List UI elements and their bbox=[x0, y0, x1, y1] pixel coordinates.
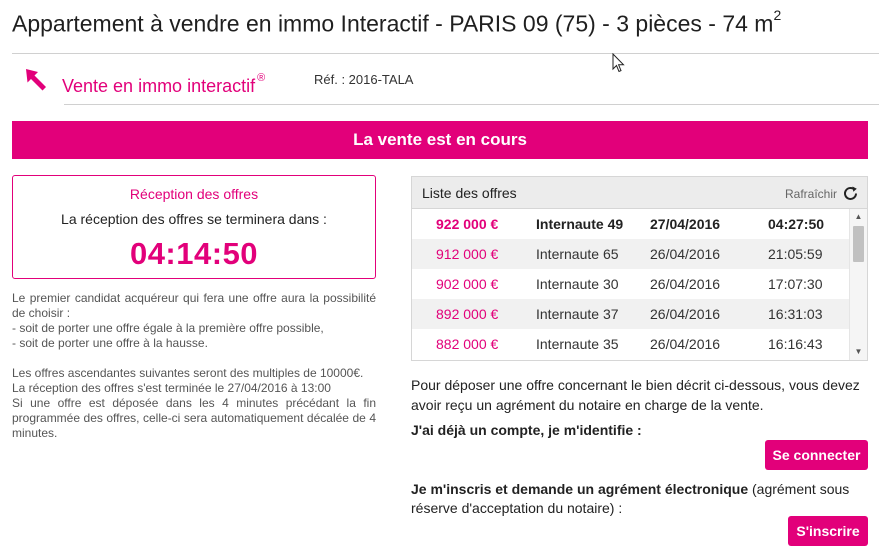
offer-user: Internaute 35 bbox=[536, 336, 619, 352]
offer-time: 17:07:30 bbox=[768, 276, 823, 292]
sale-rules: Le premier candidat acquéreur qui fera u… bbox=[12, 291, 376, 441]
brand-name-text: Vente en immo interactif bbox=[62, 76, 256, 96]
offer-date: 26/04/2016 bbox=[650, 276, 721, 292]
scroll-down-arrow-icon[interactable]: ▼ bbox=[850, 346, 867, 358]
existing-account-label: J'ai déjà un compte, je m'identifie : bbox=[411, 422, 642, 438]
page-title-text: Appartement à vendre en immo Interactif … bbox=[12, 10, 774, 37]
offer-user: Internaute 49 bbox=[536, 216, 624, 232]
register-instructions-bold: Je m'inscris et demande un agrément élec… bbox=[411, 481, 749, 497]
rule-line: Le premier candidat acquéreur qui fera u… bbox=[12, 291, 376, 320]
brand[interactable]: Vente en immo interactif ® bbox=[24, 66, 265, 100]
rule-line: - soit de porter une offre à la hausse. bbox=[12, 336, 208, 350]
offers-list-scrollbar[interactable]: ▲ ▼ bbox=[849, 209, 867, 360]
reference-number: Réf. : 2016-TALA bbox=[314, 72, 414, 87]
offer-price: 922 000 € bbox=[436, 216, 499, 232]
offer-user: Internaute 37 bbox=[536, 306, 619, 322]
offer-price: 912 000 € bbox=[436, 246, 499, 262]
offer-price: 892 000 € bbox=[436, 306, 499, 322]
offer-row: 892 000 € Internaute 37 26/04/2016 16:31… bbox=[412, 299, 850, 329]
rule-line: Si une offre est déposée dans les 4 minu… bbox=[12, 396, 376, 440]
brand-name: Vente en immo interactif ® bbox=[62, 72, 265, 97]
offers-list-body: 922 000 € Internaute 49 27/04/2016 04:27… bbox=[412, 209, 850, 360]
refresh-label: Rafraîchir bbox=[784, 186, 837, 201]
offers-reception-box: Réception des offres La réception des of… bbox=[12, 175, 376, 279]
sale-status-banner: La vente est en cours bbox=[12, 121, 868, 159]
brand-divider bbox=[64, 104, 879, 105]
offer-row: 882 000 € Internaute 35 26/04/2016 16:16… bbox=[412, 329, 850, 359]
registered-mark: ® bbox=[257, 72, 266, 84]
rule-line: - soit de porter une offre égale à la pr… bbox=[12, 321, 324, 335]
offer-time: 16:31:03 bbox=[768, 306, 823, 322]
offers-list-panel: Liste des offres Rafraîchir 922 000 € In… bbox=[411, 176, 868, 361]
offer-date: 26/04/2016 bbox=[650, 336, 721, 352]
offer-date: 26/04/2016 bbox=[650, 246, 721, 262]
offer-time: 21:05:59 bbox=[768, 246, 823, 262]
mouse-cursor-icon bbox=[612, 53, 625, 73]
offers-list-header: Liste des offres Rafraîchir bbox=[412, 177, 867, 209]
register-button[interactable]: S'inscrire bbox=[788, 516, 868, 546]
offers-list-title: Liste des offres bbox=[422, 185, 517, 201]
reception-title: Réception des offres bbox=[129, 186, 259, 202]
title-divider bbox=[12, 53, 879, 54]
offer-user: Internaute 65 bbox=[536, 246, 619, 262]
scrollbar-thumb[interactable] bbox=[853, 226, 864, 262]
page-title: Appartement à vendre en immo Interactif … bbox=[12, 7, 782, 38]
refresh-button[interactable]: Rafraîchir bbox=[785, 185, 859, 202]
register-instructions: Je m'inscris et demande un agrément élec… bbox=[411, 480, 851, 518]
offer-price: 882 000 € bbox=[436, 336, 499, 352]
countdown-timer: 04:14:50 bbox=[129, 236, 259, 271]
offer-row: 912 000 € Internaute 65 26/04/2016 21:05… bbox=[412, 239, 850, 269]
offer-price: 902 000 € bbox=[436, 276, 499, 292]
page-title-superscript: 2 bbox=[773, 7, 782, 23]
offer-date: 27/04/2016 bbox=[650, 216, 721, 232]
refresh-icon bbox=[844, 186, 857, 200]
rule-line: La réception des offres s'est terminée l… bbox=[12, 381, 331, 395]
deposit-instructions: Pour déposer une offre concernant le bie… bbox=[411, 377, 860, 413]
offer-date: 26/04/2016 bbox=[650, 306, 721, 322]
offer-user: Internaute 30 bbox=[536, 276, 619, 292]
offer-row: 902 000 € Internaute 30 26/04/2016 17:07… bbox=[412, 269, 850, 299]
rule-line: Les offres ascendantes suivantes seront … bbox=[12, 366, 364, 380]
arrow-logo-icon bbox=[26, 69, 46, 91]
offer-time: 16:16:43 bbox=[768, 336, 823, 352]
scroll-up-arrow-icon[interactable]: ▲ bbox=[850, 211, 867, 223]
offer-time: 04:27:50 bbox=[768, 216, 825, 232]
login-button[interactable]: Se connecter bbox=[765, 440, 868, 470]
offer-row: 922 000 € Internaute 49 27/04/2016 04:27… bbox=[412, 209, 850, 239]
reception-subtitle: La réception des offres se terminera dan… bbox=[61, 211, 327, 227]
